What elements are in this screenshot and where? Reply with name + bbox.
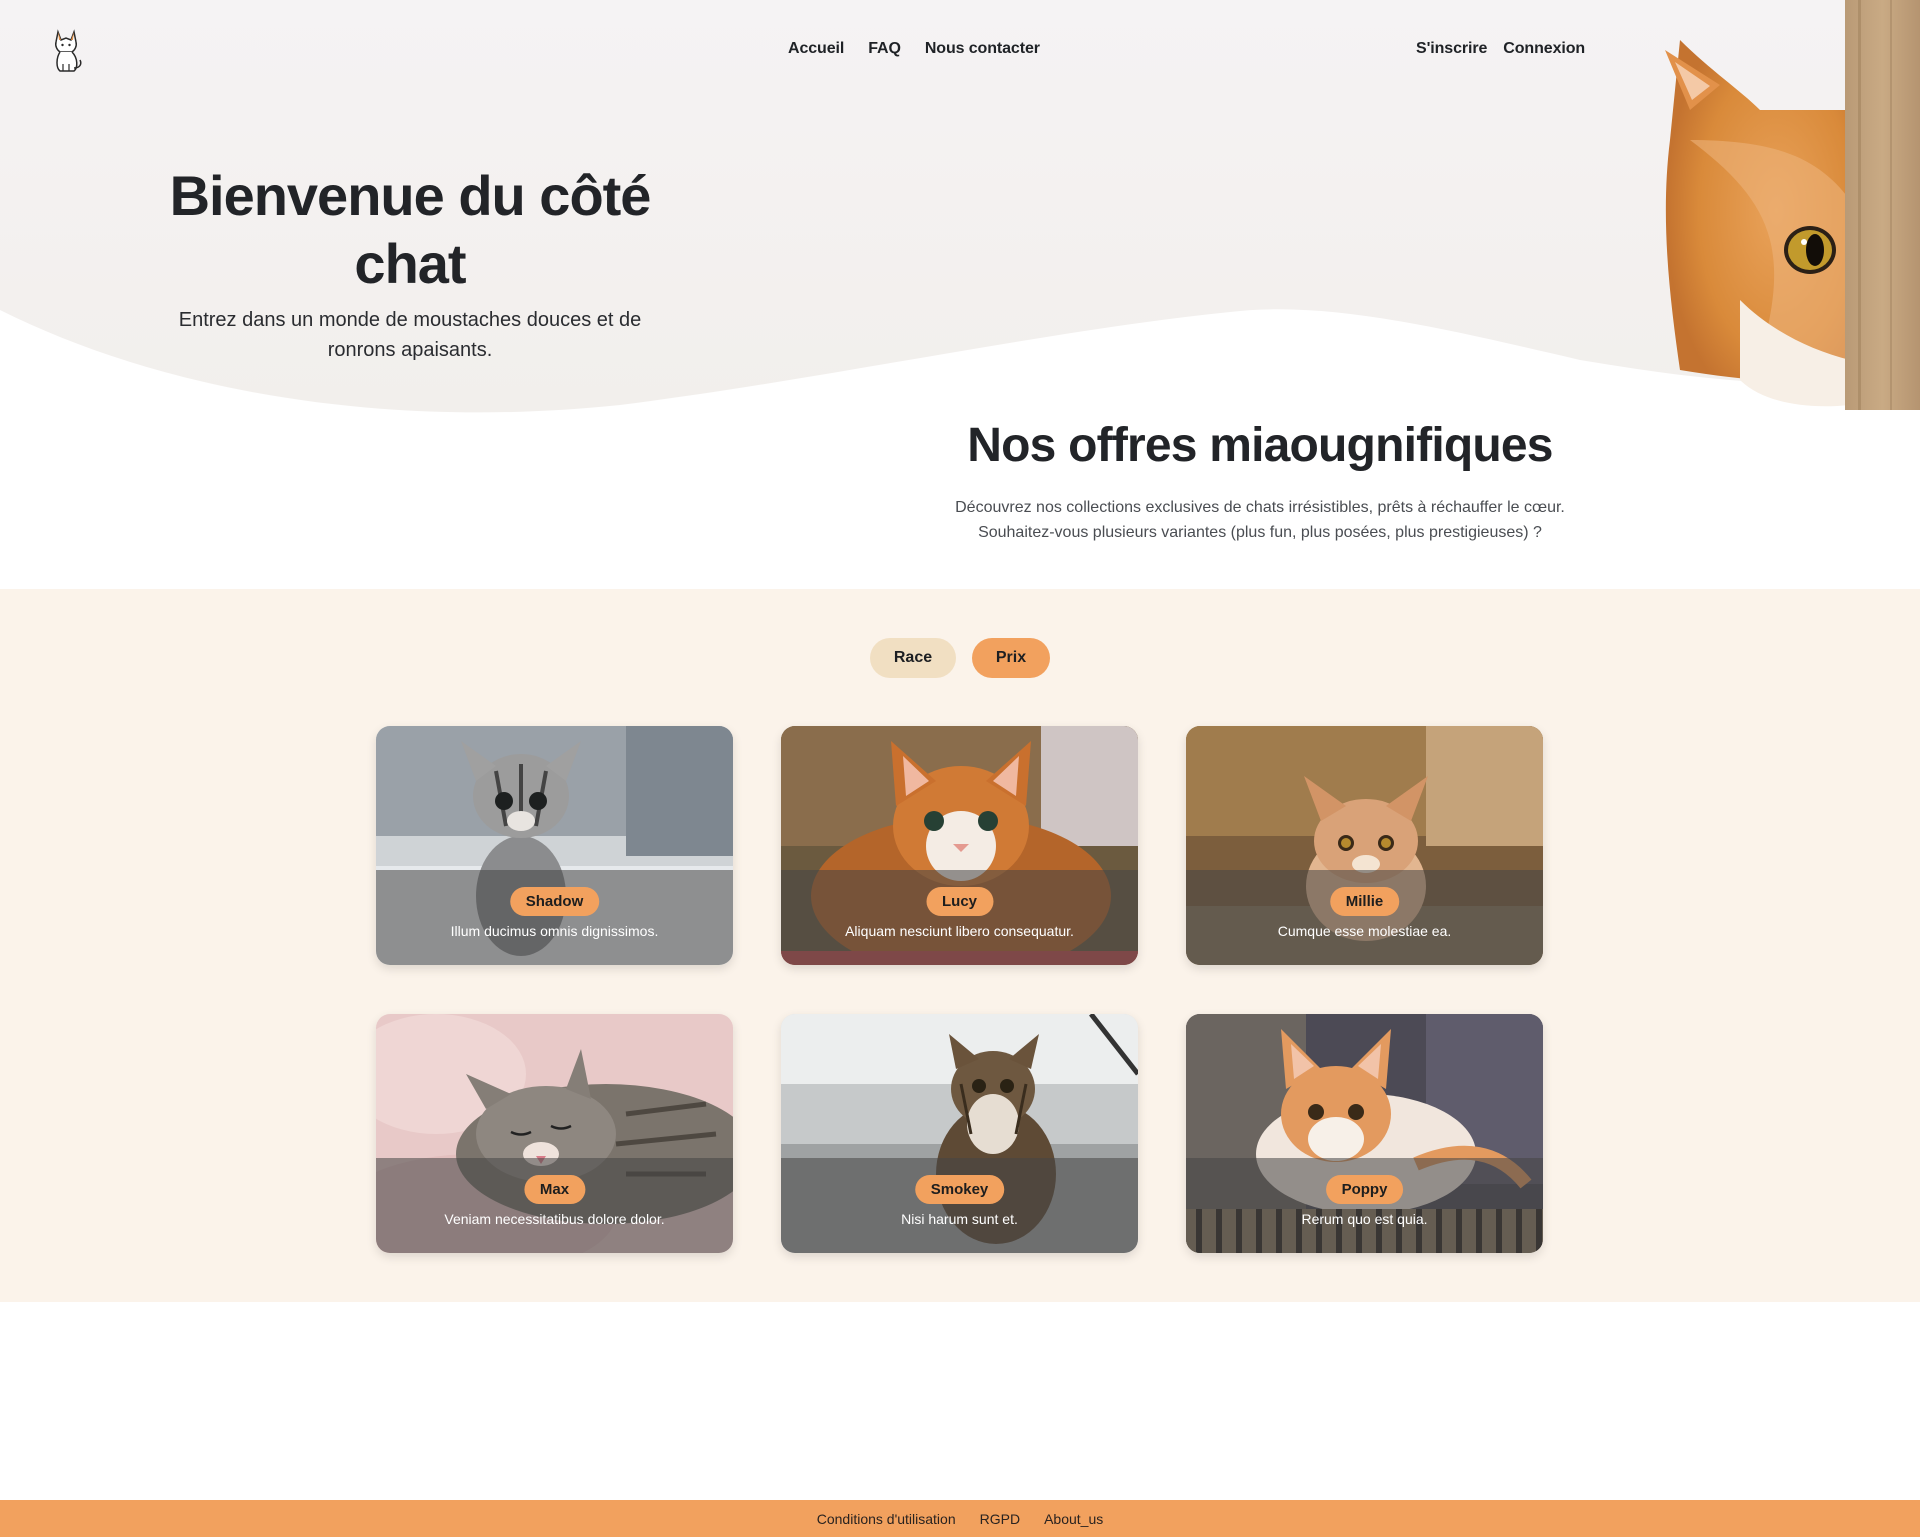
filter-bar: Race Prix [870,638,1050,678]
hero-subtitle: Entrez dans un monde de moustaches douce… [178,309,642,361]
footer-link-rgpd[interactable]: RGPD [980,1511,1020,1527]
footer-link-terms[interactable]: Conditions d'utilisation [817,1511,956,1527]
cat-card[interactable]: Shadow Illum ducimus omnis dignissimos. [376,726,733,965]
hero-section: Accueil FAQ Nous contacter S'inscrire Co… [0,0,1920,420]
signup-link[interactable]: S'inscrire [1416,40,1487,58]
card-caption-overlay [1186,870,1543,965]
cat-description: Veniam necessitatibus dolore dolor. [444,1211,665,1227]
cat-name-badge: Shadow [509,887,600,916]
peeking-cat-image [1665,0,1920,410]
cat-name-badge: Lucy [925,887,994,916]
nav-accueil[interactable]: Accueil [788,40,844,58]
card-caption-overlay [1186,1158,1543,1253]
filter-prix-button[interactable]: Prix [972,638,1050,678]
cat-name-badge: Max [523,1175,586,1204]
cat-card[interactable]: Max Veniam necessitatibus dolore dolor. [376,1014,733,1253]
card-caption-overlay [376,1158,733,1253]
card-caption-overlay [376,870,733,965]
cat-description: Cumque esse molestiae ea. [1277,923,1452,939]
offers-description-line1: Découvrez nos collections exclusives de … [955,499,1565,516]
offers-description-line2: Souhaitez-vous plusieurs variantes (plus… [978,524,1542,541]
cat-description: Nisi harum sunt et. [901,1211,1018,1227]
nav-faq[interactable]: FAQ [868,40,901,58]
cat-name-badge: Smokey [914,1175,1005,1204]
auth-nav: S'inscrire Connexion [1416,40,1585,58]
cat-description: Rerum quo est quia. [1301,1211,1428,1227]
cat-card[interactable]: Poppy Rerum quo est quia. [1186,1014,1543,1253]
footer: Conditions d'utilisation RGPD About_us [0,1500,1920,1537]
offers-description: Découvrez nos collections exclusives de … [860,495,1660,545]
cat-description: Illum ducimus omnis dignissimos. [450,923,659,939]
cat-sitting-icon[interactable] [50,28,84,74]
filter-race-button[interactable]: Race [870,638,956,678]
cat-name-badge: Poppy [1325,1175,1404,1204]
cat-card[interactable]: Millie Cumque esse molestiae ea. [1186,726,1543,965]
cat-grid: Shadow Illum ducimus omnis dignissimos. [376,726,1543,1253]
nav-contact[interactable]: Nous contacter [925,40,1040,58]
cat-card[interactable]: Smokey Nisi harum sunt et. [781,1014,1138,1253]
cat-card[interactable]: Lucy Aliquam nesciunt libero consequatur… [781,726,1138,965]
offers-title: Nos offres miaougnifiques [967,419,1553,472]
hero-title: Bienvenue du côté chat [169,164,652,295]
catalog-section: Race Prix Shadow Illum ducimus omnis dig… [0,589,1920,1302]
cat-description: Aliquam nesciunt libero consequatur. [845,923,1074,939]
card-caption-overlay [781,1158,1138,1253]
main-nav: Accueil FAQ Nous contacter [788,40,1040,58]
card-caption-overlay [781,870,1138,965]
footer-link-about[interactable]: About_us [1044,1511,1103,1527]
cat-name-badge: Millie [1329,887,1400,916]
login-link[interactable]: Connexion [1503,40,1585,58]
